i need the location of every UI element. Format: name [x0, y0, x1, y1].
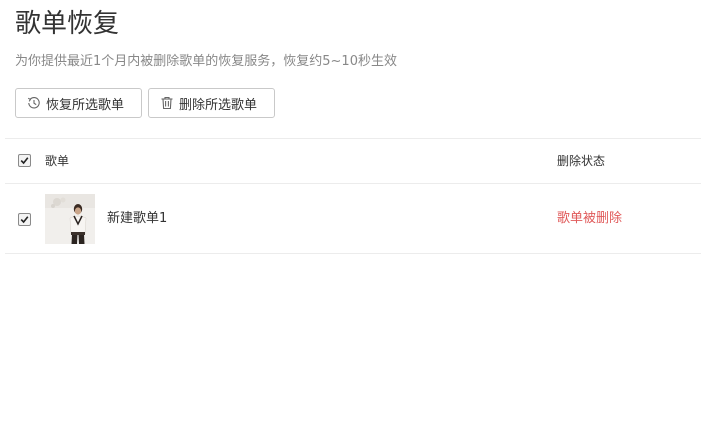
history-icon — [27, 96, 41, 110]
status-badge: 歌单被删除 — [557, 211, 623, 226]
column-header-delete-status: 删除状态 — [557, 154, 606, 168]
row-select-checkbox[interactable] — [18, 213, 31, 226]
page-title: 歌单恢复 — [15, 9, 120, 39]
checkmark-icon — [20, 216, 29, 224]
delete-selected-button[interactable]: 删除所选歌单 — [148, 88, 275, 118]
toolbar: 恢复所选歌单 删除所选歌单 — [15, 88, 275, 118]
album-cover-image — [45, 194, 95, 244]
column-header-playlist: 歌单 — [45, 154, 70, 168]
page-subtitle: 为你提供最近1个月内被删除歌单的恢复服务，恢复约5~10秒生效 — [15, 54, 397, 69]
table-header-row: 歌单 删除状态 — [5, 138, 701, 183]
trash-icon — [160, 96, 174, 110]
restore-selected-label: 恢复所选歌单 — [46, 97, 125, 113]
playlist-name: 新建歌单1 — [107, 211, 168, 226]
deleted-playlists-table: 歌单 删除状态 新建歌单1 歌单被删除 — [5, 138, 701, 254]
playlist-recovery-page: 歌单恢复 为你提供最近1个月内被删除歌单的恢复服务，恢复约5~10秒生效 恢复所… — [0, 0, 701, 447]
delete-selected-label: 删除所选歌单 — [179, 97, 258, 113]
restore-selected-button[interactable]: 恢复所选歌单 — [15, 88, 142, 118]
select-all-checkbox[interactable] — [18, 154, 31, 167]
table-row[interactable]: 新建歌单1 歌单被删除 — [5, 183, 701, 254]
checkmark-icon — [20, 157, 29, 165]
